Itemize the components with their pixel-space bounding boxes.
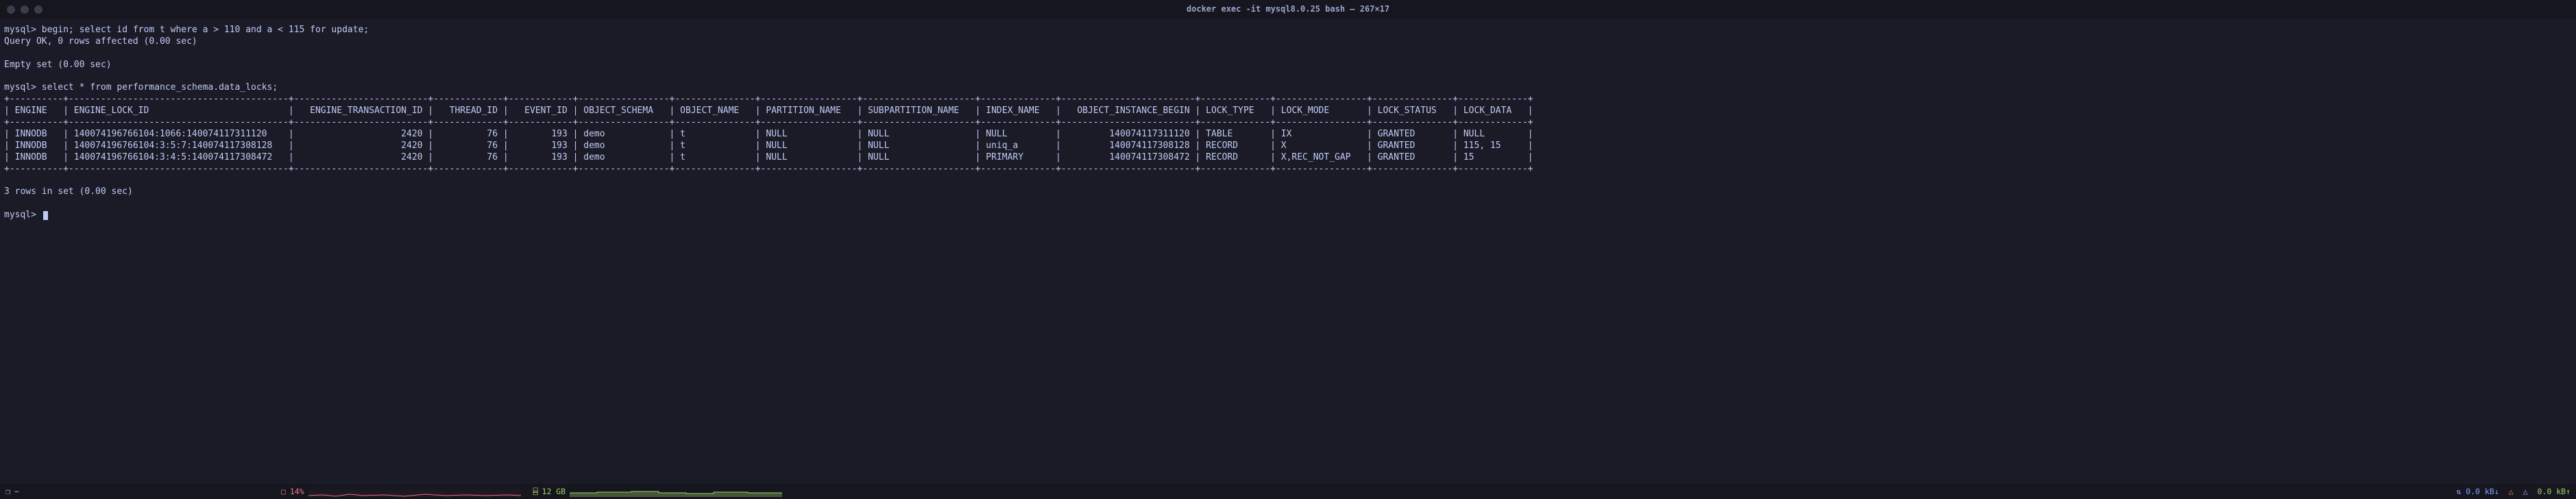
cpu-graph — [308, 486, 521, 497]
status-bar: ❐ ~ ▢ 14% ⌸ 12 GB ⇅ — [0, 484, 2576, 499]
window-title: docker exec -it mysql8.0.25 bash — 267×1… — [1187, 4, 1389, 15]
cursor-icon — [43, 211, 48, 220]
result-table: +----------+----------------------------… — [4, 94, 1533, 173]
terminal-output[interactable]: mysql> begin; select id from t where a >… — [0, 19, 2576, 484]
memory-icon: ⌸ — [533, 487, 538, 497]
triangle-icon: △ — [2523, 487, 2528, 497]
line: mysql> begin; select id from t where a >… — [4, 25, 369, 35]
close-icon[interactable] — [7, 5, 15, 14]
line: mysql> select * from performance_schema.… — [4, 82, 278, 93]
cwd-label: ~ — [14, 487, 19, 497]
status-right: ⇅ 0.0 kB↓ △ △ 0.0 kB↑ — [2456, 487, 2571, 497]
line: mysql> — [4, 210, 48, 220]
result-line: Empty set (0.00 sec) — [4, 60, 112, 70]
status-left: ❐ ~ — [5, 487, 19, 497]
traffic-lights — [7, 5, 42, 14]
zoom-icon[interactable] — [34, 5, 42, 14]
result-line: Query OK, 0 rows affected (0.00 sec) — [4, 36, 197, 47]
pane-icon: ❐ — [5, 487, 10, 497]
minimize-icon[interactable] — [21, 5, 29, 14]
sql-query: begin; select id from t where a > 110 an… — [42, 25, 369, 35]
memory-meter: ⌸ 12 GB — [533, 486, 783, 497]
title-bar: docker exec -it mysql8.0.25 bash — 267×1… — [0, 0, 2576, 19]
memory-value: 12 GB — [542, 487, 566, 497]
prompt: mysql> — [4, 82, 36, 93]
terminal-window: docker exec -it mysql8.0.25 bash — 267×1… — [0, 0, 2576, 499]
network-down: ⇅ 0.0 kB↓ — [2456, 487, 2499, 497]
network-icon: ⇅ — [2456, 487, 2461, 496]
result-footer: 3 rows in set (0.00 sec) — [4, 186, 133, 197]
cpu-meter: ▢ 14% — [281, 486, 521, 497]
cpu-value: 14% — [290, 487, 304, 497]
prompt: mysql> — [4, 210, 36, 220]
cpu-icon: ▢ — [281, 487, 286, 497]
net-up-value: 0.0 kB↑ — [2538, 487, 2571, 496]
memory-graph — [570, 486, 782, 497]
sql-query: select * from performance_schema.data_lo… — [42, 82, 278, 93]
prompt: mysql> — [4, 25, 36, 35]
network-up: 0.0 kB↑ — [2538, 487, 2571, 497]
net-down-value: 0.0 kB↓ — [2466, 487, 2499, 496]
triangle-icon: △ — [2509, 487, 2514, 497]
